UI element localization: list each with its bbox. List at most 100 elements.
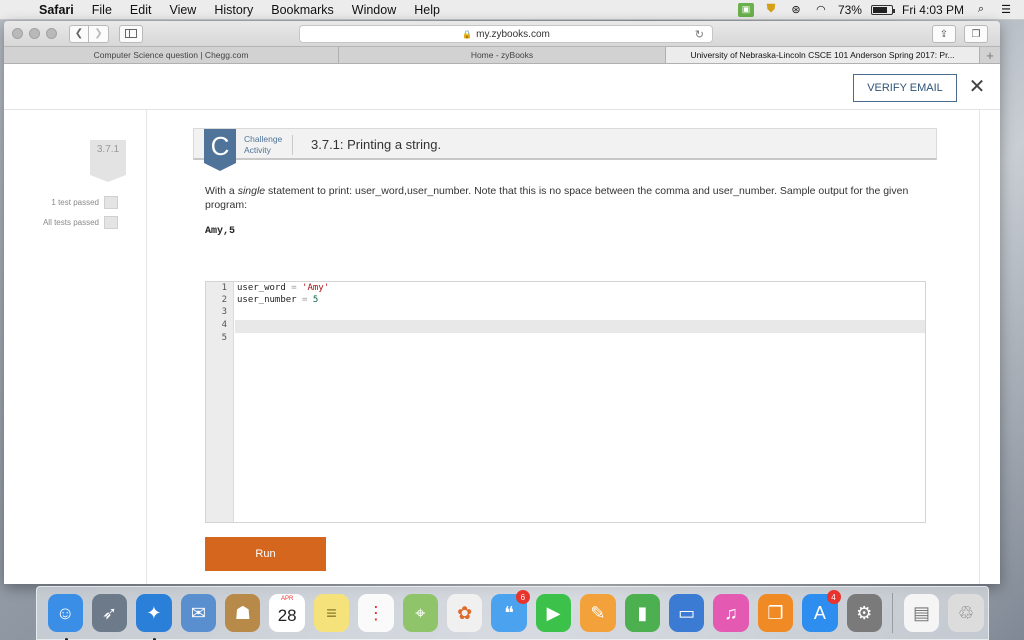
test-status-box	[104, 196, 118, 209]
code-variable: user_number	[237, 295, 297, 305]
dock-reminders-icon[interactable]: ⋮	[358, 594, 394, 632]
menu-bookmarks[interactable]: Bookmarks	[262, 3, 343, 17]
calendar-day: 28	[277, 606, 297, 625]
new-tab-button[interactable]: +	[980, 47, 1000, 63]
dock-pages-icon[interactable]: ✎	[580, 594, 616, 632]
active-line-highlight	[235, 320, 925, 333]
sync-icon[interactable]: ⊛	[788, 3, 804, 17]
test-label: 1 test passed	[51, 198, 99, 207]
dock-trash-icon[interactable]: ♲	[948, 594, 984, 632]
minimize-window-button[interactable]	[29, 28, 40, 39]
app-store-badge: 4	[826, 590, 841, 604]
history-nav: ❮ ❯	[69, 24, 109, 43]
page-content: VERIFY EMAIL ✕ 3.7.1 1 test passed All t…	[4, 65, 1000, 584]
window-controls	[12, 28, 57, 39]
tab-bar: Computer Science question | Chegg.com Ho…	[4, 47, 1000, 64]
shield-icon[interactable]: ⛊	[763, 3, 779, 17]
activity-header: C Challenge Activity 3.7.1: Printing a s…	[193, 128, 937, 171]
battery-icon[interactable]	[870, 4, 895, 15]
dock-app-store-icon[interactable]: A4	[802, 590, 841, 632]
page-right-margin	[979, 110, 1000, 584]
close-window-button[interactable]	[12, 28, 23, 39]
dock-numbers-icon[interactable]: ▮	[624, 594, 660, 632]
dock-launchpad-icon[interactable]: ➶	[91, 594, 128, 632]
instructions-text: statement to print: user_word,user_numbe…	[205, 185, 909, 211]
menu-window[interactable]: Window	[343, 3, 405, 17]
dock-notes-icon[interactable]: ≡	[313, 594, 350, 632]
forward-button[interactable]: ❯	[89, 24, 109, 43]
code-operator: =	[285, 283, 303, 293]
extension-status-icon[interactable]: ▣	[737, 2, 754, 17]
menu-app-name[interactable]: Safari	[30, 3, 83, 17]
chevron-left-icon: ❮	[74, 28, 84, 39]
dock-photos-icon[interactable]: ✿	[447, 594, 483, 632]
dock-keynote-icon[interactable]: ▭	[668, 594, 705, 632]
menu-view[interactable]: View	[160, 3, 205, 17]
safari-window: ❮ ❯ 🔒 my.zybooks.com ↻ ⇪ ❐ Computer Scie…	[4, 21, 1000, 584]
page-top-bar: VERIFY EMAIL ✕	[4, 65, 1000, 110]
menu-history[interactable]: History	[205, 3, 262, 17]
line-number: 3	[221, 307, 227, 317]
test-row-2: All tests passed	[43, 216, 118, 229]
dock-separator	[892, 593, 894, 633]
activity-type-line1: Challenge	[244, 134, 283, 144]
dock-safari-icon[interactable]: ✦	[136, 594, 172, 640]
challenge-activity: C Challenge Activity 3.7.1: Printing a s…	[193, 128, 937, 580]
spotlight-icon[interactable]: ⌕	[973, 3, 989, 17]
code-variable: user_word	[237, 283, 286, 293]
line-gutter: 1 2 3 4 5	[206, 282, 234, 522]
run-button[interactable]: Run	[205, 537, 326, 571]
tabs-icon: ❐	[971, 28, 981, 40]
dock-itunes-icon[interactable]: ♫	[713, 594, 749, 632]
activity-title: 3.7.1: Printing a string.	[311, 137, 442, 152]
code-string: 'Amy'	[302, 283, 330, 293]
instructions-emphasis: single	[237, 185, 266, 197]
dock-mail-icon[interactable]: ✉	[180, 594, 217, 632]
line-number: 4	[221, 320, 227, 330]
share-button[interactable]: ⇪	[932, 25, 956, 43]
sidebar-toggle-button[interactable]	[119, 24, 143, 43]
address-url: my.zybooks.com	[476, 28, 550, 40]
notification-center-icon[interactable]: ☰	[998, 3, 1014, 17]
tab-chegg[interactable]: Computer Science question | Chegg.com	[4, 47, 339, 63]
plus-icon: +	[986, 47, 994, 63]
dock-maps-icon[interactable]: ⌖	[402, 594, 439, 632]
code-line-2[interactable]: user_number = 5	[237, 295, 318, 305]
code-line-1[interactable]: user_word = 'Amy'	[237, 283, 329, 293]
address-bar[interactable]: 🔒 my.zybooks.com ↻	[299, 25, 713, 43]
tab-zybooks-course[interactable]: University of Nebraska-Lincoln CSCE 101 …	[666, 47, 980, 63]
tab-zybooks-home[interactable]: Home - zyBooks	[339, 47, 666, 63]
dock-calendar-icon[interactable]: APR 28	[269, 594, 305, 632]
progress-column: 3.7.1 1 test passed All tests passed	[4, 110, 147, 584]
back-button[interactable]: ❮	[69, 24, 89, 43]
test-status-box	[104, 216, 118, 229]
wifi-icon[interactable]: ◠	[813, 3, 829, 17]
dock-messages-icon[interactable]: ❝ 6	[491, 590, 530, 632]
menu-file[interactable]: File	[83, 3, 121, 17]
dock-contacts-icon[interactable]: ☗	[225, 594, 261, 632]
messages-badge: 6	[515, 590, 530, 604]
menu-bar: Safari File Edit View History Bookmarks …	[0, 0, 1024, 20]
sidebar-icon	[125, 29, 137, 38]
show-tabs-button[interactable]: ❐	[964, 25, 988, 43]
dock-finder-icon[interactable]: ☺	[47, 594, 83, 640]
chevron-right-icon: ❯	[94, 28, 103, 39]
verify-email-button[interactable]: VERIFY EMAIL	[853, 74, 957, 102]
dock-downloads-icon[interactable]: ▤	[903, 594, 940, 632]
code-number: 5	[312, 295, 319, 305]
menu-clock[interactable]: Fri 4:03 PM	[902, 3, 964, 17]
code-editor[interactable]: 1 2 3 4 5 user_word = 'Amy' user_number …	[205, 281, 926, 523]
zoom-window-button[interactable]	[46, 28, 57, 39]
dock-facetime-icon[interactable]: ▶	[535, 594, 572, 632]
test-row-1: 1 test passed	[51, 196, 118, 209]
menu-help[interactable]: Help	[405, 3, 449, 17]
close-icon[interactable]: ✕	[966, 76, 988, 98]
menu-edit[interactable]: Edit	[121, 3, 161, 17]
line-number: 1	[221, 283, 227, 293]
dock-ibooks-icon[interactable]: ❐	[757, 594, 794, 632]
reload-icon[interactable]: ↻	[695, 28, 704, 41]
activity-type-line2: Activity	[244, 145, 271, 155]
dock-system-preferences-icon[interactable]: ⚙	[846, 594, 882, 632]
status-area: ▣ ⛊ ⊛ ◠ 73% Fri 4:03 PM ⌕ ☰	[737, 2, 1024, 17]
section-badge: 3.7.1	[90, 140, 126, 182]
